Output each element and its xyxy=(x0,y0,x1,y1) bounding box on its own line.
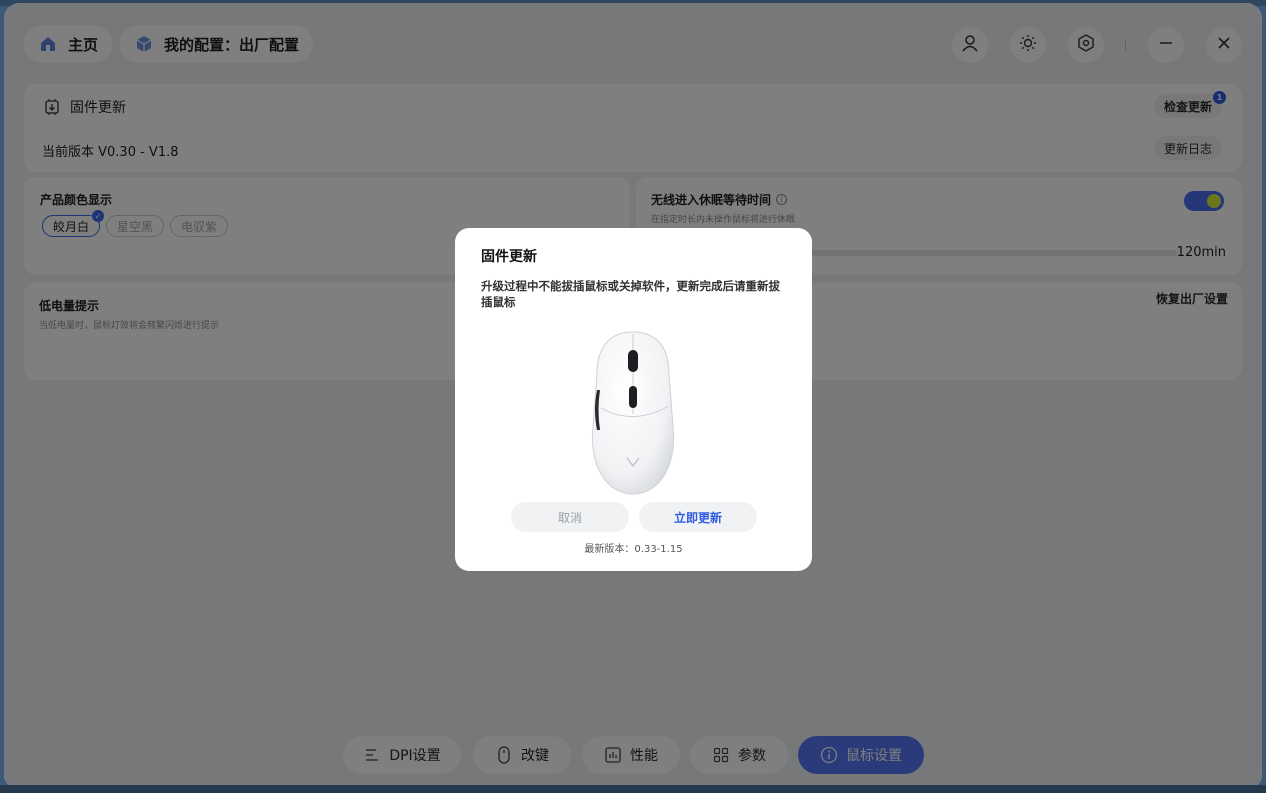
dialog-title: 固件更新 xyxy=(481,249,537,265)
firmware-update-dialog: 固件更新 升级过程中不能拔插鼠标或关掉软件，更新完成后请重新拔插鼠标 取消 立即… xyxy=(455,228,812,571)
desktop-background-bottom xyxy=(0,785,1266,793)
dialog-message: 升级过程中不能拔插鼠标或关掉软件，更新完成后请重新拔插鼠标 xyxy=(481,279,780,309)
mouse-product-image xyxy=(587,330,679,496)
latest-version: 最新版本：0.33-1.15 xyxy=(584,544,683,555)
dialog-cancel-button[interactable]: 取消 xyxy=(511,502,629,532)
dialog-update-now-button[interactable]: 立即更新 xyxy=(639,502,757,532)
app-window: 主页 我的配置：出厂配置 xyxy=(4,3,1262,790)
